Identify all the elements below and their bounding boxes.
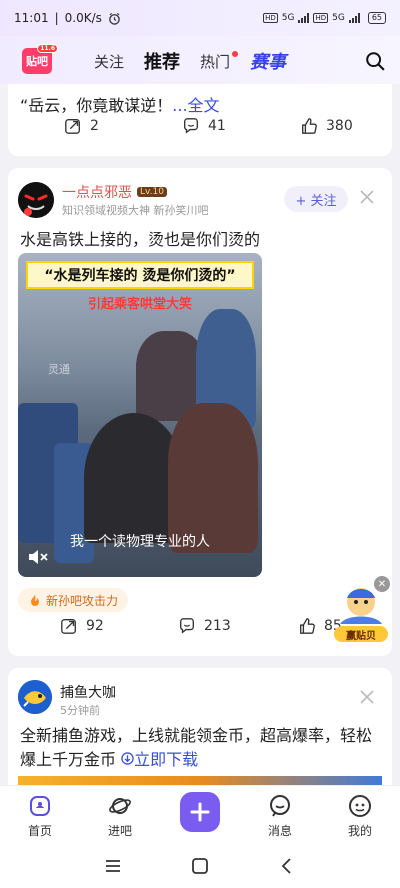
close-icon[interactable]	[360, 190, 374, 204]
tab-hot[interactable]: 热门	[200, 50, 239, 72]
back-icon[interactable]	[278, 857, 296, 875]
share-count: 2	[90, 118, 99, 134]
home-square-icon[interactable]	[191, 857, 209, 875]
like-button[interactable]: 380	[300, 117, 353, 135]
nav-messages[interactable]: 消息	[250, 794, 310, 839]
fire-icon	[31, 594, 39, 606]
thumbs-up-icon	[300, 618, 315, 634]
fish-game-icon	[18, 680, 52, 714]
follow-button[interactable]: + 关注	[284, 186, 348, 212]
network-type-2: 5G	[332, 13, 345, 23]
reward-badge[interactable]: 赢贴贝	[332, 584, 390, 644]
comment-button[interactable]: 41	[182, 117, 226, 135]
reward-character-icon	[340, 588, 382, 624]
plus-icon	[190, 802, 210, 822]
topic-tag[interactable]: 新孙吧攻击力	[18, 588, 129, 612]
topic-tag-label: 新孙吧攻击力	[46, 593, 119, 608]
thumbs-up-icon	[302, 118, 317, 134]
home-icon	[30, 796, 50, 816]
comment-button-2[interactable]: 213	[178, 617, 231, 635]
video-watermark: 灵通	[48, 363, 70, 376]
mute-icon[interactable]	[28, 549, 48, 565]
share-icon	[61, 619, 76, 634]
tab-events[interactable]: 赛事	[250, 48, 286, 74]
tab-hot-label: 热门	[200, 52, 231, 71]
share-count: 92	[86, 618, 104, 634]
status-sep: |	[54, 11, 59, 25]
alarm-icon	[109, 12, 120, 25]
avatar-image	[18, 182, 54, 218]
download-label: 立即下载	[134, 750, 199, 769]
post-title: 水是高铁上接的，烫也是你们烫的	[20, 230, 261, 249]
ad-time: 5分钟前	[60, 704, 100, 717]
video-banner-2: 引起乘客哄堂大笑	[87, 296, 192, 312]
top-nav: 贴吧 11.6 关注 推荐 热门 赛事	[0, 36, 400, 84]
comment-count: 213	[204, 618, 231, 634]
level-badge: Lv.10	[137, 187, 167, 197]
hd-icon-2: HD	[313, 13, 329, 23]
author-subtitle: 知识领域视频大神 新孙笑川吧	[62, 204, 209, 217]
post-1-excerpt: “岳云，你竟敢谋逆！	[20, 96, 173, 115]
nav-home[interactable]: 首页	[10, 794, 70, 839]
author-avatar[interactable]	[18, 182, 54, 218]
feed-tabs: 关注 推荐 热门 赛事	[94, 48, 286, 74]
nav-profile[interactable]: 我的	[330, 794, 390, 839]
share-button-2[interactable]: 92	[60, 617, 104, 635]
comment-icon	[180, 618, 194, 634]
download-link[interactable]: 立即下载	[121, 750, 198, 769]
share-icon	[65, 119, 80, 134]
read-more-link[interactable]: ...全文	[172, 96, 219, 115]
network-type-1: 5G	[281, 13, 295, 23]
video-thumbnail[interactable]: “水是列车接的 烫是你们烫的” 引起乘客哄堂大笑 灵通 我一个读物理专业的人	[18, 253, 262, 577]
share-button[interactable]: 2	[64, 117, 99, 135]
search-icon[interactable]	[364, 50, 386, 72]
nav-home-label: 首页	[27, 824, 52, 838]
menu-icon[interactable]	[104, 857, 122, 875]
tab-follow[interactable]: 关注	[94, 51, 124, 72]
bottom-nav: 首页 进吧 消息 我的	[0, 785, 400, 845]
profile-icon	[349, 795, 371, 817]
message-icon	[270, 795, 290, 817]
video-banner: “水是列车接的 烫是你们烫的”	[26, 261, 254, 289]
system-nav	[0, 845, 400, 888]
logo-text: 贴吧	[26, 55, 48, 68]
close-icon[interactable]	[360, 690, 374, 704]
like-count: 380	[326, 118, 353, 134]
reward-badge-label: 赢贴贝	[334, 626, 388, 642]
author-name[interactable]: 一点点邪恶	[62, 182, 132, 202]
tab-recommend[interactable]: 推荐	[144, 48, 180, 74]
nav-forums-label: 进吧	[107, 824, 132, 838]
signal-icon	[298, 13, 310, 23]
comment-count: 41	[208, 118, 226, 134]
app-logo[interactable]: 贴吧 11.6	[22, 44, 58, 74]
status-time: 11:01	[14, 11, 49, 25]
hd-icon: HD	[263, 13, 278, 23]
download-icon	[121, 752, 134, 765]
ad-avatar[interactable]	[18, 680, 52, 714]
logo-badge: 11.6	[37, 44, 58, 53]
nav-forums[interactable]: 进吧	[90, 794, 150, 839]
signal-icon-2	[348, 13, 360, 23]
post-card-2[interactable]: 一点点邪恶 Lv.10 知识领域视频大神 新孙笑川吧 + 关注 水是高铁上接的，…	[8, 168, 392, 656]
author-line: 一点点邪恶 Lv.10	[62, 182, 167, 202]
ad-text: 全新捕鱼游戏，上线就能领金币，超高爆率，轻松爆上千万金币 立即下载	[20, 724, 384, 772]
video-subtitle: 我一个读物理专业的人	[70, 534, 210, 550]
post-create-button[interactable]	[180, 792, 220, 832]
post-card-1[interactable]: “岳云，你竟敢谋逆！...全文 2 41 380	[8, 84, 392, 156]
nav-messages-label: 消息	[267, 824, 292, 838]
status-bar: 11:01 | 0.0K/s HD 5G HD 5G 65	[0, 0, 400, 36]
nav-profile-label: 我的	[347, 824, 372, 838]
ad-author-name[interactable]: 捕鱼大咖	[60, 682, 116, 702]
network-speed: 0.0K/s	[64, 11, 102, 25]
planet-icon	[109, 798, 131, 814]
comment-icon	[184, 118, 198, 134]
post-1-text: “岳云，你竟敢谋逆！...全文	[20, 92, 220, 116]
battery-icon: 65	[367, 12, 386, 24]
notification-dot	[232, 50, 239, 57]
